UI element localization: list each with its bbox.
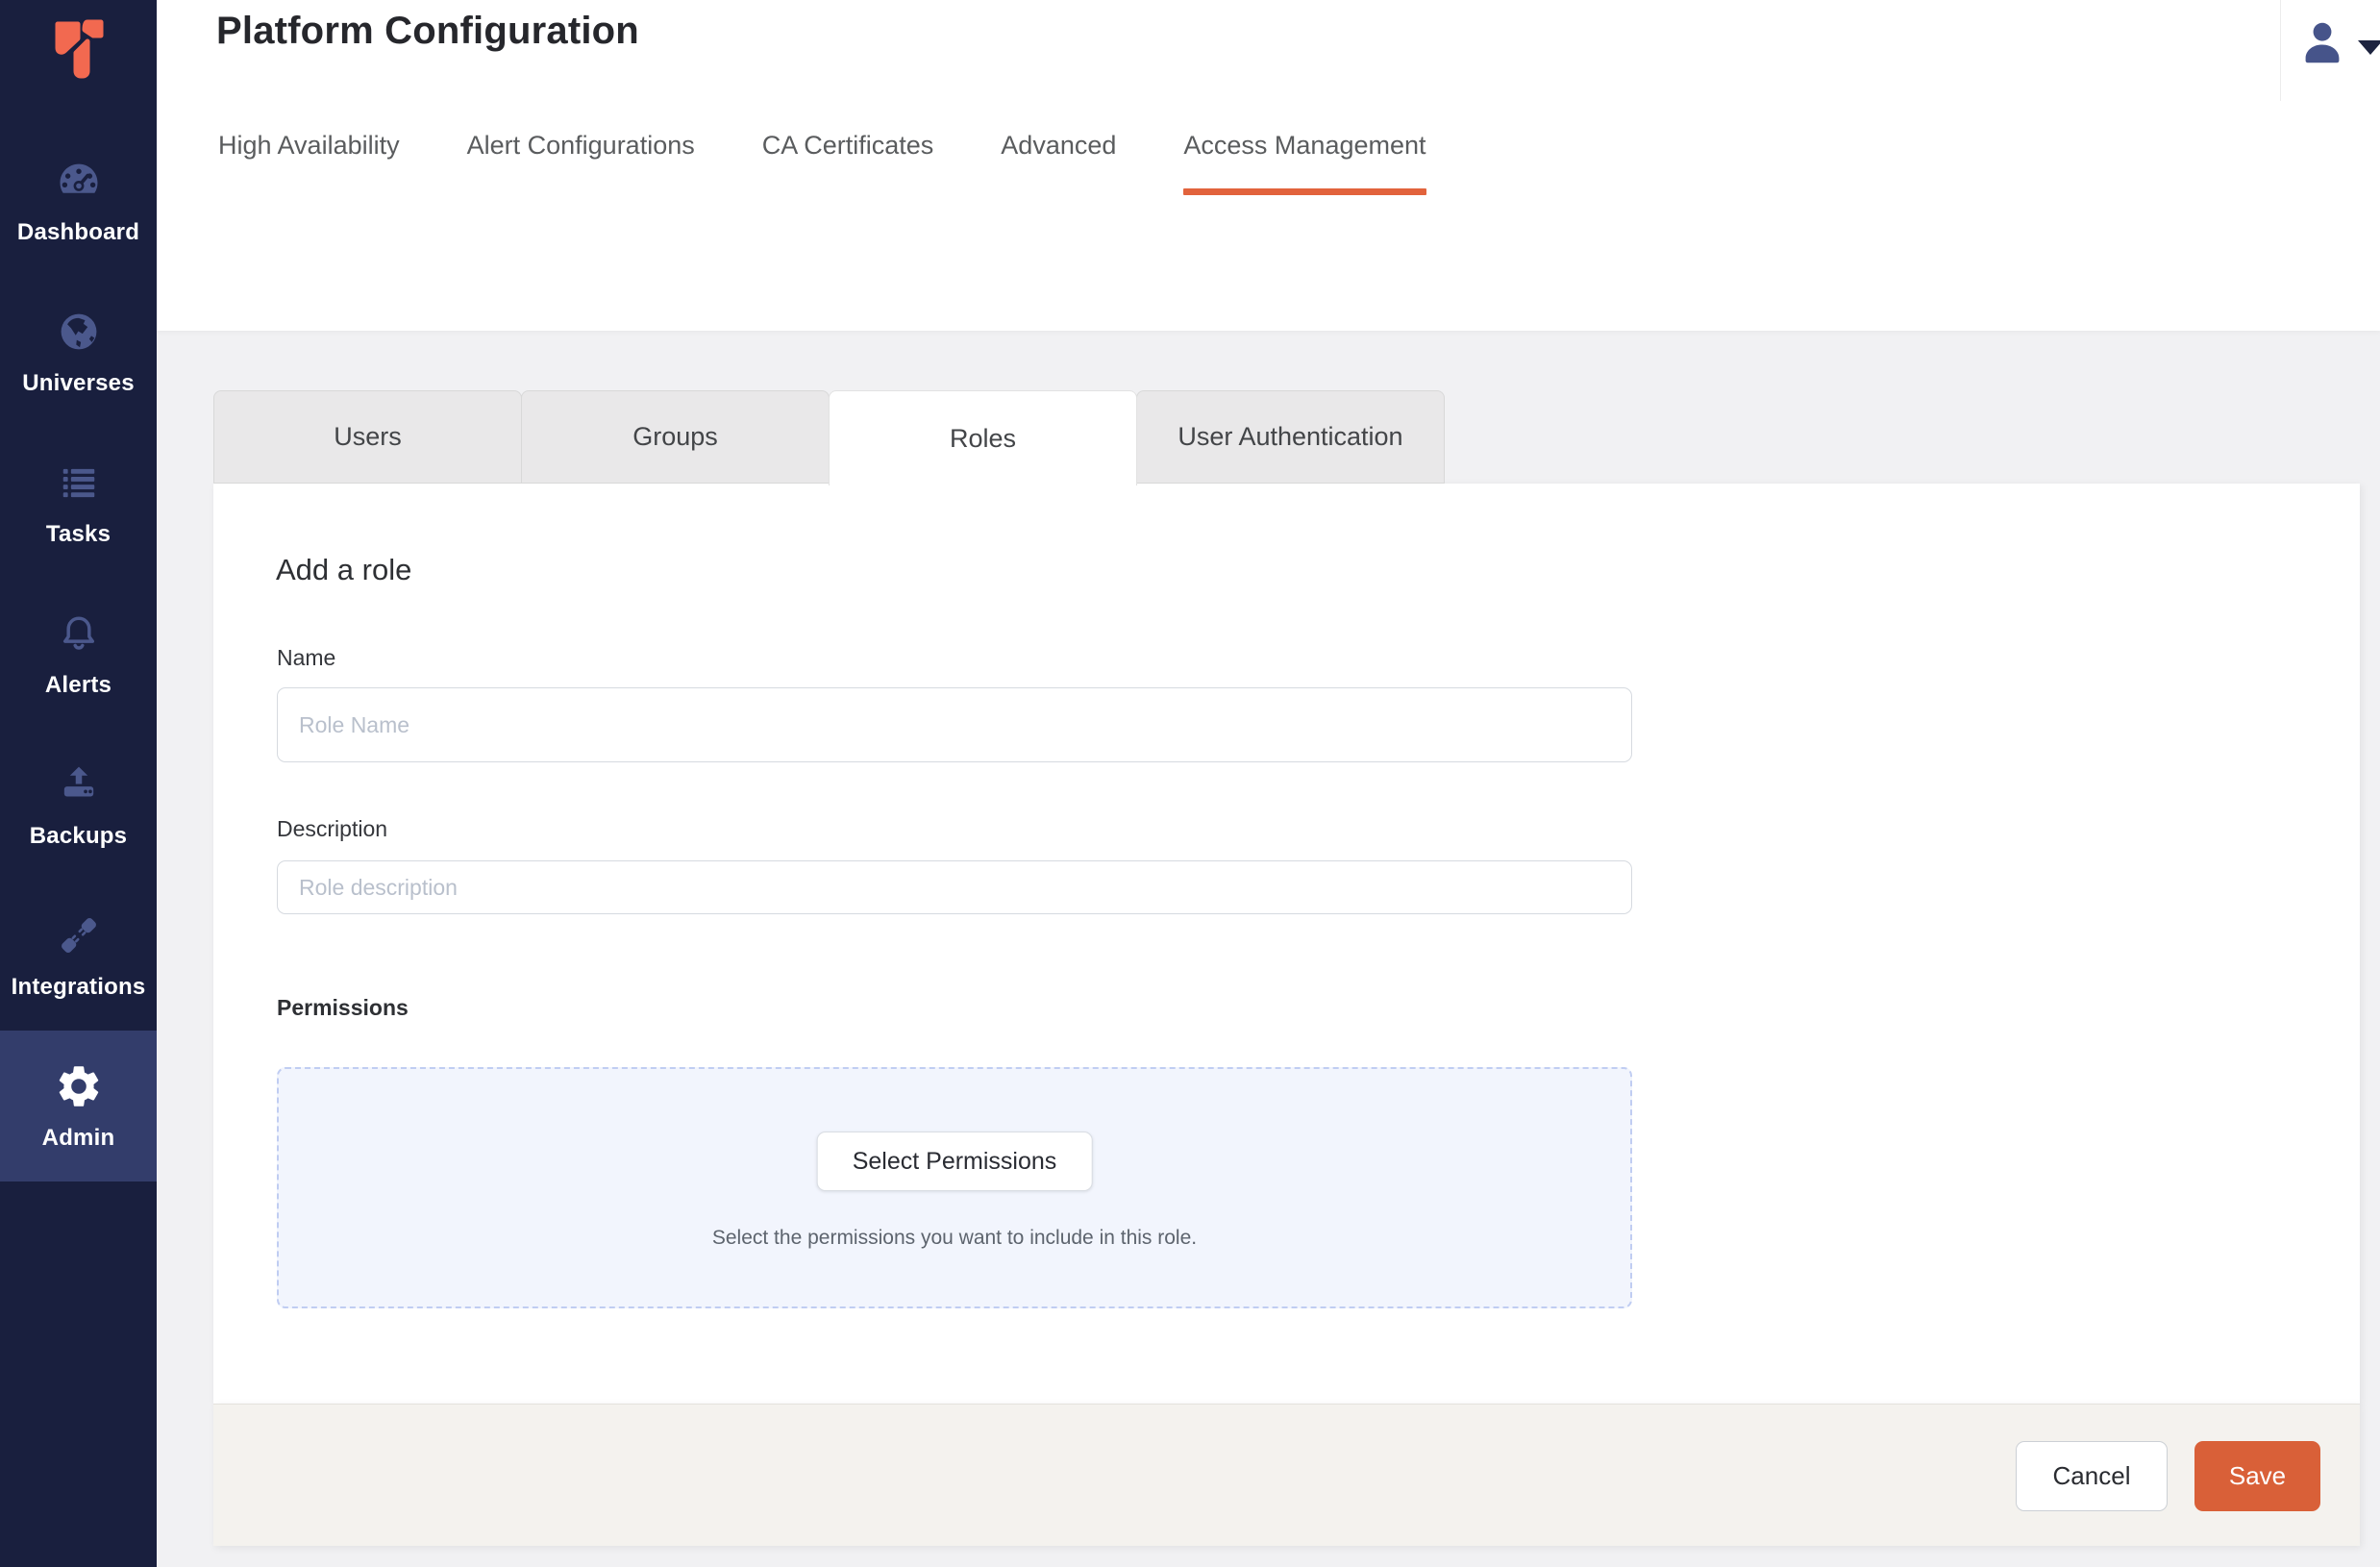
sidebar-item-tasks[interactable]: Tasks — [0, 427, 157, 578]
caret-down-icon[interactable] — [2358, 40, 2380, 55]
save-button[interactable]: Save — [2194, 1441, 2320, 1511]
sidebar-item-label: Tasks — [46, 521, 111, 548]
sidebar-item-universes[interactable]: Universes — [0, 276, 157, 427]
permissions-label: Permissions — [277, 995, 409, 1021]
sidebar-item-label: Dashboard — [17, 219, 139, 246]
page-header: Platform Configuration High Availability… — [157, 0, 2380, 331]
description-label: Description — [277, 816, 387, 842]
add-role-heading: Add a role — [276, 553, 411, 587]
add-role-panel: Add a role Name Description Permissions … — [213, 484, 2360, 1404]
cancel-button[interactable]: Cancel — [2016, 1441, 2168, 1511]
task-list-icon — [54, 458, 104, 508]
bell-icon — [54, 609, 104, 659]
subtab-users[interactable]: Users — [213, 390, 522, 484]
header-tabs: High Availability Alert Configurations C… — [218, 131, 1494, 195]
tab-high-availability[interactable]: High Availability — [218, 131, 400, 195]
role-name-input[interactable] — [277, 687, 1632, 762]
tab-access-management[interactable]: Access Management — [1183, 131, 1426, 195]
sidebar-item-label: Integrations — [12, 974, 146, 1001]
tab-alert-configurations[interactable]: Alert Configurations — [467, 131, 695, 195]
sidebar-item-admin[interactable]: Admin — [0, 1031, 157, 1181]
sidebar-nav: Dashboard Universes Tasks Alerts Backups — [0, 125, 157, 1181]
sidebar-item-label: Alerts — [45, 672, 112, 699]
gauge-icon — [54, 156, 104, 206]
globe-icon — [54, 307, 104, 357]
integrations-plug-icon — [54, 910, 104, 960]
form-footer: Cancel Save — [213, 1404, 2360, 1546]
subtab-groups[interactable]: Groups — [521, 390, 830, 484]
sidebar-item-label: Universes — [22, 370, 135, 397]
tab-advanced[interactable]: Advanced — [1001, 131, 1116, 195]
name-label: Name — [277, 645, 335, 671]
sidebar-item-integrations[interactable]: Integrations — [0, 880, 157, 1031]
access-management-subtabs: Users Groups Roles User Authentication — [213, 390, 1445, 485]
select-permissions-button[interactable]: Select Permissions — [817, 1132, 1093, 1191]
permissions-hint: Select the permissions you want to inclu… — [279, 1227, 1630, 1250]
sidebar-item-label: Admin — [42, 1125, 115, 1152]
permissions-dropzone: Select Permissions Select the permission… — [277, 1067, 1632, 1308]
sidebar-item-dashboard[interactable]: Dashboard — [0, 125, 157, 276]
role-description-input[interactable] — [277, 860, 1632, 914]
sidebar-item-backups[interactable]: Backups — [0, 729, 157, 880]
header-divider — [2280, 0, 2281, 101]
page-title: Platform Configuration — [216, 10, 639, 53]
subtab-user-authentication[interactable]: User Authentication — [1136, 390, 1445, 484]
gear-icon — [54, 1061, 104, 1111]
subtab-roles[interactable]: Roles — [829, 390, 1137, 485]
sidebar: Dashboard Universes Tasks Alerts Backups — [0, 0, 157, 1567]
backup-upload-icon — [54, 759, 104, 809]
sidebar-item-label: Backups — [30, 823, 127, 850]
yugabyte-logo[interactable] — [47, 19, 111, 81]
main-area: Platform Configuration High Availability… — [157, 0, 2380, 1567]
tab-ca-certificates[interactable]: CA Certificates — [762, 131, 934, 195]
sidebar-item-alerts[interactable]: Alerts — [0, 578, 157, 729]
user-icon[interactable] — [2294, 15, 2350, 71]
